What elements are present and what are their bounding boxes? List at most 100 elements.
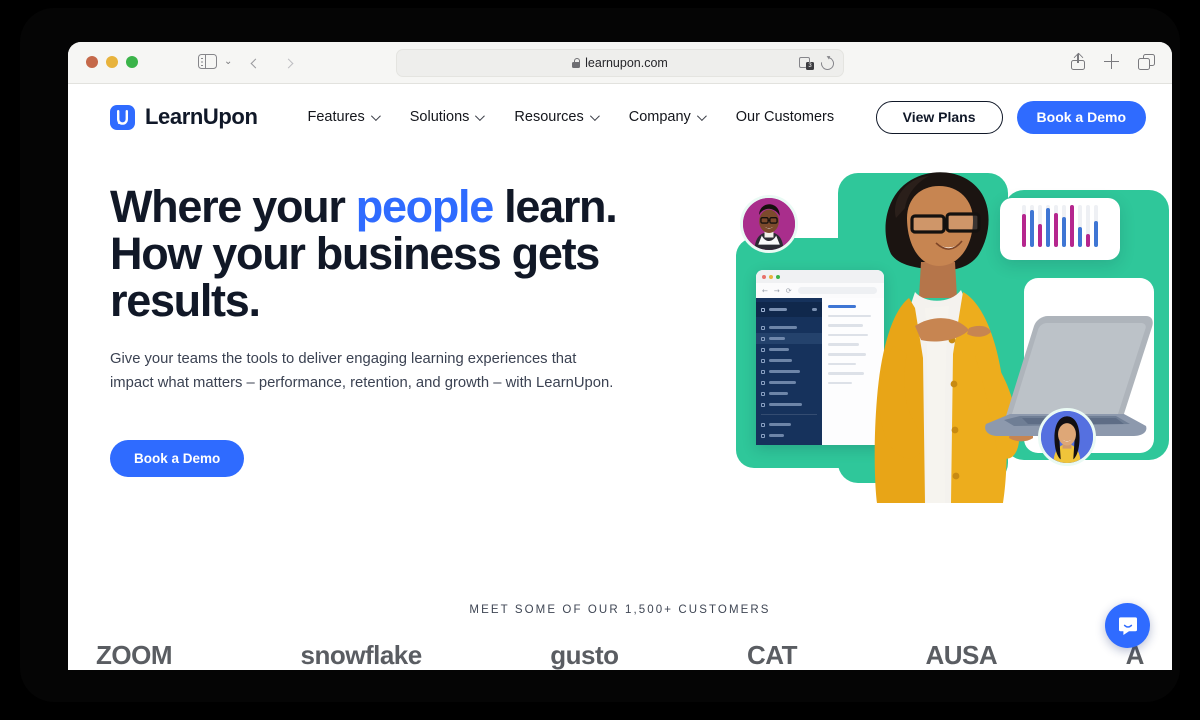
customer-logo: gusto bbox=[550, 640, 619, 670]
device-frame: ⌄ learnupon.com 3 LearnUpon Features Sol… bbox=[20, 8, 1180, 702]
bar-slot bbox=[1078, 205, 1082, 247]
main-nav: Features Solutions Resources Company Our… bbox=[308, 109, 835, 125]
navigation-arrows bbox=[246, 52, 297, 74]
window-controls bbox=[86, 56, 138, 68]
bar-slot bbox=[1070, 205, 1074, 247]
bar-slot bbox=[1086, 205, 1090, 247]
site-header: LearnUpon Features Solutions Resources C… bbox=[68, 84, 1172, 150]
customers-section: MEET SOME OF OUR 1,500+ CUSTOMERS ZOOM s… bbox=[68, 604, 1172, 670]
bar-fill bbox=[1046, 208, 1050, 247]
bar-fill bbox=[1038, 223, 1042, 247]
privacy-badge-count: 3 bbox=[806, 62, 814, 70]
toolbar-right-actions bbox=[1071, 52, 1155, 70]
chevron-down-icon bbox=[370, 110, 381, 121]
hero-title-accent: people bbox=[355, 181, 495, 232]
chevron-down-icon bbox=[696, 110, 707, 121]
bar-slot bbox=[1038, 205, 1042, 247]
forward-arrow-icon bbox=[283, 58, 293, 68]
mini-app-sidebar-item bbox=[756, 441, 822, 445]
header-actions: View Plans Book a Demo bbox=[875, 100, 1146, 134]
privacy-report-icon[interactable]: 3 bbox=[799, 56, 814, 70]
address-bar-content: learnupon.com bbox=[572, 56, 668, 70]
sidebar-toggle-icon[interactable] bbox=[198, 54, 217, 69]
nav-item-solutions[interactable]: Solutions bbox=[409, 109, 486, 125]
tab-overview-icon[interactable] bbox=[1138, 53, 1155, 70]
hero-illustration: ← → ⟳ bbox=[688, 158, 1172, 518]
bar-fill bbox=[1062, 216, 1066, 247]
customers-label: MEET SOME OF OUR 1,500+ CUSTOMERS bbox=[469, 604, 771, 616]
hero-subtitle: Give your teams the tools to deliver eng… bbox=[110, 351, 614, 392]
nav-item-our-customers[interactable]: Our Customers bbox=[736, 109, 834, 125]
address-bar-actions: 3 bbox=[799, 53, 837, 73]
view-plans-button[interactable]: View Plans bbox=[875, 100, 1003, 134]
bar-fill bbox=[1086, 234, 1090, 247]
nav-label: Company bbox=[628, 109, 691, 125]
browser-toolbar: ⌄ learnupon.com 3 bbox=[68, 42, 1172, 84]
minimize-window-button[interactable] bbox=[106, 56, 118, 68]
plus-icon[interactable] bbox=[1104, 54, 1119, 69]
bar-fill bbox=[1094, 220, 1098, 247]
customer-logo: ZOOM bbox=[96, 640, 173, 670]
chat-bubble-icon bbox=[1118, 616, 1137, 635]
back-arrow-icon bbox=[250, 58, 260, 68]
page-viewport: LearnUpon Features Solutions Resources C… bbox=[68, 84, 1172, 670]
bar-slot bbox=[1094, 205, 1098, 247]
mini-app-sidebar-item bbox=[756, 377, 822, 388]
nav-label: Features bbox=[307, 109, 365, 125]
book-a-demo-button[interactable]: Book a Demo bbox=[1016, 100, 1146, 134]
reload-icon: ⟳ bbox=[785, 286, 792, 295]
chevron-down-icon[interactable]: ⌄ bbox=[224, 56, 232, 67]
page-title: Where your people learn. How your busine… bbox=[110, 181, 655, 324]
reload-icon[interactable] bbox=[818, 53, 837, 73]
learnupon-logo-icon bbox=[110, 104, 135, 130]
nav-label: Solutions bbox=[409, 109, 470, 125]
nav-label: Resources bbox=[514, 109, 584, 125]
nav-item-company[interactable]: Company bbox=[628, 109, 707, 125]
avatar-top bbox=[740, 195, 798, 253]
mini-app-sidebar-item bbox=[756, 366, 822, 377]
chevron-down-icon bbox=[475, 110, 486, 121]
customer-logo-strip: ZOOM snowflake gusto CAT AUSA A bbox=[68, 640, 1172, 670]
bar-slot bbox=[1046, 205, 1050, 247]
avatar-bottom bbox=[1038, 408, 1096, 466]
share-icon[interactable] bbox=[1071, 52, 1085, 70]
mini-app-sidebar-item bbox=[756, 388, 822, 399]
back-arrow-icon: ← bbox=[762, 286, 768, 295]
hero-title-part1: Where your bbox=[110, 181, 356, 232]
sidebar-toggle-group[interactable]: ⌄ bbox=[198, 54, 232, 69]
address-bar[interactable]: learnupon.com 3 bbox=[396, 49, 844, 77]
bar-slot bbox=[1054, 205, 1058, 247]
nav-item-resources[interactable]: Resources bbox=[514, 109, 600, 125]
bar-fill bbox=[1070, 205, 1074, 247]
chevron-down-icon bbox=[589, 110, 600, 121]
bar-chart bbox=[1022, 205, 1098, 247]
nav-label: Our Customers bbox=[735, 109, 835, 125]
brand-logo[interactable]: LearnUpon bbox=[110, 104, 258, 130]
customer-logo: snowflake bbox=[300, 640, 423, 670]
forward-button[interactable] bbox=[279, 52, 297, 74]
lock-icon bbox=[572, 58, 581, 68]
mini-app-sidebar-item bbox=[756, 399, 822, 410]
chat-widget-button[interactable] bbox=[1105, 603, 1150, 648]
back-button[interactable] bbox=[246, 52, 264, 74]
forward-arrow-icon: → bbox=[773, 286, 780, 295]
brand-name: LearnUpon bbox=[145, 104, 258, 129]
bar-fill bbox=[1054, 213, 1058, 247]
mini-app-sidebar-item bbox=[756, 430, 822, 441]
mini-app-sidebar-item bbox=[756, 419, 822, 430]
mini-app-sidebar-item bbox=[756, 322, 822, 333]
mini-app-sidebar-item-active bbox=[756, 333, 822, 344]
mini-app-sidebar-item bbox=[756, 344, 822, 355]
nav-item-features[interactable]: Features bbox=[307, 109, 381, 125]
bar-fill bbox=[1078, 226, 1082, 247]
mini-app-sidebar-item bbox=[756, 355, 822, 366]
url-text: learnupon.com bbox=[585, 56, 668, 70]
mini-app-sidebar-header bbox=[756, 302, 822, 317]
hero-book-a-demo-button[interactable]: Book a Demo bbox=[110, 440, 245, 478]
customer-logo: CAT bbox=[746, 640, 798, 670]
hero-section: Where your people learn. How your busine… bbox=[68, 150, 1172, 610]
maximize-window-button[interactable] bbox=[126, 56, 138, 68]
browser-window: ⌄ learnupon.com 3 LearnUpon Features Sol… bbox=[68, 42, 1172, 670]
mini-app-sidebar bbox=[756, 298, 822, 445]
close-window-button[interactable] bbox=[86, 56, 98, 68]
